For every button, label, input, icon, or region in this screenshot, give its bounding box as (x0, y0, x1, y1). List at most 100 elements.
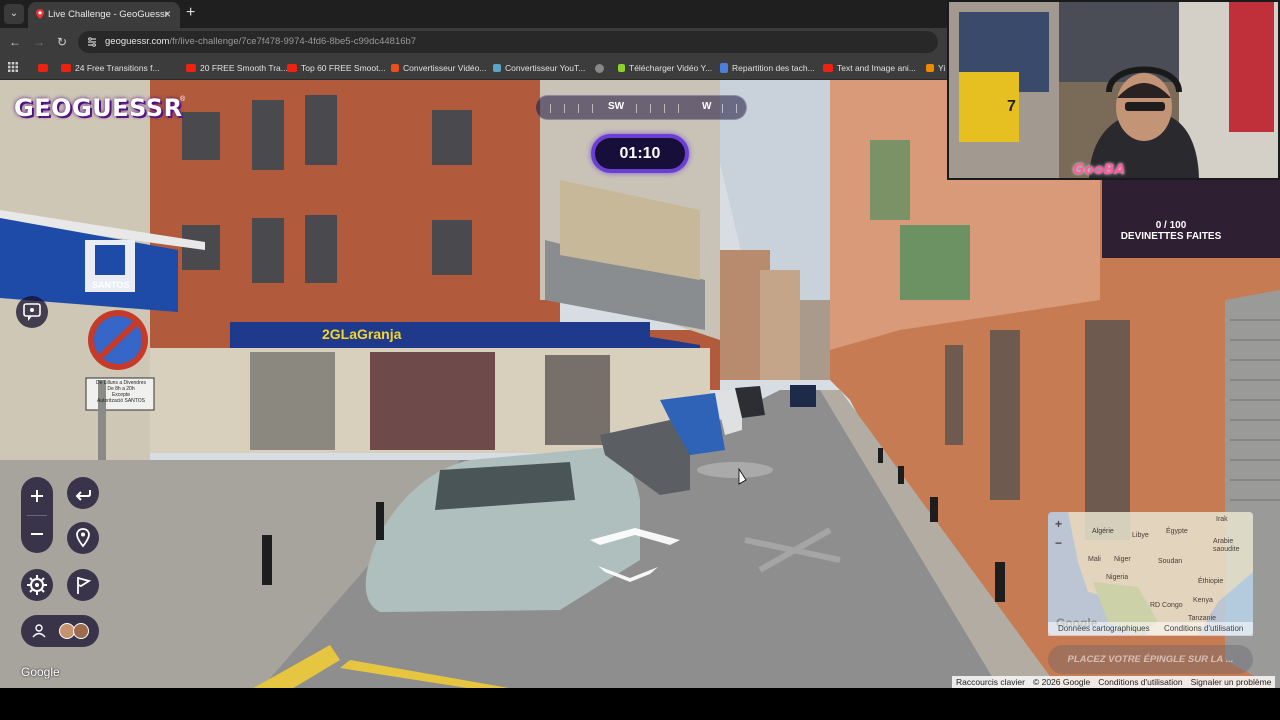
map-label: Irak (1216, 516, 1228, 523)
location-pin-icon (76, 528, 90, 548)
youtube-icon (61, 64, 71, 72)
map-label: Nigeria (1106, 574, 1129, 581)
url-text: geoguessr.com/fr/live-challenge/7ce7f478… (105, 36, 416, 47)
compass-tick (592, 104, 593, 113)
map-label: Algérie (1092, 528, 1114, 535)
bookmark-transitions-2[interactable]: 20 FREE Smooth Tra... (186, 61, 288, 75)
keyboard-shortcuts-link[interactable]: Raccourcis clavier (952, 676, 1029, 688)
people-icon (32, 624, 46, 638)
map-label: Mali (1088, 556, 1101, 563)
santos-sign: SANTOS (92, 280, 130, 290)
google-watermark: Google (21, 665, 60, 679)
tab-search-button[interactable]: ⌄ (4, 4, 24, 24)
map-label: Libye (1132, 532, 1149, 539)
compass: SW W (535, 95, 747, 120)
map-zoom-out-icon[interactable]: − (1055, 536, 1062, 550)
bookmark-youtube-1[interactable] (38, 61, 48, 75)
compass-tick (650, 104, 651, 113)
compass-tick (636, 104, 637, 113)
compass-tick (736, 104, 737, 113)
undo-move-button[interactable] (67, 477, 99, 509)
close-tab-icon[interactable]: × (164, 7, 171, 21)
bookmark-transitions-1[interactable]: 24 Free Transitions f... (61, 61, 160, 75)
logo-registered-mark: ® (180, 96, 186, 103)
minus-icon (31, 533, 43, 535)
converter-icon (493, 64, 501, 72)
compass-tick (664, 104, 665, 113)
zoom-in-button[interactable] (21, 477, 53, 515)
zoom-controls (21, 477, 53, 553)
guesses-count: 0 / 100 (1155, 220, 1187, 231)
bookmark-icon (926, 64, 934, 72)
bookmark-download[interactable]: Télécharger Vidéo Y... (618, 61, 712, 75)
bookmark-converter-2[interactable]: Convertisseur YouT... (493, 61, 585, 75)
map-label: Kenya (1193, 597, 1213, 604)
guesses-label: DEVINETTES FAITES (1120, 231, 1222, 242)
download-icon (618, 64, 625, 72)
flag-checkpoint-button[interactable] (67, 569, 99, 601)
webcam-image (949, 2, 1278, 178)
bookmark-text-anim[interactable]: Text and Image ani... (823, 61, 916, 75)
forward-icon[interactable]: → (30, 33, 48, 51)
zoom-out-button[interactable] (21, 515, 53, 553)
bookmark-globe[interactable] (595, 61, 604, 75)
map-zoom-in-icon[interactable]: + (1055, 517, 1062, 531)
parking-notice: De Lilluns a Divendres De 8h a 20h Excep… (95, 380, 147, 404)
footer-links: Raccourcis clavier © 2026 Google Conditi… (952, 676, 1276, 688)
map-label: Égypte (1166, 528, 1188, 535)
plus-icon (31, 490, 43, 502)
bookmark-yi[interactable]: Yi (926, 61, 945, 75)
new-tab-icon[interactable]: + (186, 4, 195, 22)
streamer-overlay-logo: GooBA (1073, 162, 1126, 178)
report-location-button[interactable] (16, 296, 48, 328)
terms-link[interactable]: Conditions d'utilisation (1094, 676, 1186, 688)
map-label: Tanzanie (1188, 615, 1217, 622)
copyright-text: © 2026 Google (1032, 677, 1091, 687)
compass-label-w: W (702, 101, 712, 112)
map-attribution: Données cartographiques Conditions d'uti… (1048, 622, 1253, 636)
site-info-icon[interactable] (86, 36, 98, 48)
report-flag-icon (23, 303, 41, 321)
map-label: Soudan (1158, 558, 1183, 565)
geoguessr-logo: GEOGUESSR (14, 94, 183, 122)
compass-tick (550, 104, 551, 113)
compass-tick (722, 104, 723, 113)
document-icon (720, 63, 728, 73)
youtube-icon (186, 64, 196, 72)
undo-arrow-icon (75, 490, 91, 501)
bookmark-converter-1[interactable]: Convertisseur Vidéo... (391, 61, 486, 75)
place-pin-button[interactable]: PLACEZ VOTRE ÉPINGLE SUR LA ... (1048, 645, 1253, 674)
youtube-icon (38, 64, 48, 72)
storefront-sign: 2GLaGranja (322, 326, 402, 342)
back-icon[interactable]: ← (6, 33, 24, 51)
map-data-label: Données cartographiques (1058, 624, 1150, 633)
geoguessr-favicon-icon (36, 9, 44, 19)
bookmark-transitions-3[interactable]: Top 60 FREE Smoot... (287, 61, 386, 75)
return-to-start-button[interactable] (67, 522, 99, 554)
compass-tick (564, 104, 565, 113)
settings-button[interactable] (21, 569, 53, 601)
map-terms-link[interactable]: Conditions d'utilisation (1164, 624, 1243, 633)
bookmark-repartition[interactable]: Repartition des tach... (720, 61, 815, 75)
tab-live-challenge[interactable]: Live Challenge - GeoGuessr × (28, 2, 180, 28)
youtube-icon (287, 64, 297, 72)
guesses-panel: 0 / 100 DEVINETTES FAITES (1102, 180, 1280, 258)
players-panel[interactable] (21, 615, 99, 647)
globe-icon (595, 63, 604, 73)
compass-tick (678, 104, 679, 113)
map-label: Niger (1114, 556, 1131, 563)
compass-label-sw: SW (608, 101, 625, 112)
player-avatar (73, 623, 89, 639)
flag-icon (77, 577, 92, 594)
reload-icon[interactable]: ↻ (53, 33, 71, 51)
map-label: Arabie saoudite (1213, 538, 1240, 553)
screen: ⌄ Live Challenge - GeoGuessr × + ← → ↻ g… (0, 0, 1280, 720)
gear-icon (27, 575, 47, 595)
url-host: geoguessr.com (105, 36, 170, 47)
address-bar[interactable]: geoguessr.com/fr/live-challenge/7ce7f478… (78, 31, 938, 53)
apps-grid-icon[interactable] (8, 62, 18, 72)
shirt-number: 7 (1007, 98, 1016, 115)
compass-tick (578, 104, 579, 113)
map-label: RD Congo (1150, 602, 1183, 609)
report-problem-link[interactable]: Signaler un problème (1187, 676, 1276, 688)
